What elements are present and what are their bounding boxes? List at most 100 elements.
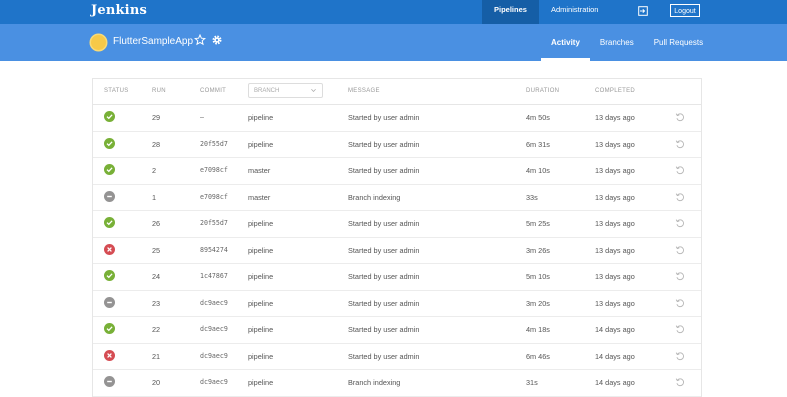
status-aborted-indicator — [104, 296, 115, 308]
run-number[interactable]: 23 — [152, 299, 160, 308]
table-row[interactable]: 23 dc9aec9 pipeline Started by user admin 3m… — [93, 291, 701, 317]
branch-name: pipeline — [248, 272, 274, 281]
run-number[interactable]: 1 — [152, 193, 156, 202]
tab-branches[interactable]: Branches — [590, 24, 644, 61]
run-completed: 14 days ago — [595, 325, 635, 334]
commit-hash[interactable]: dc9aec9 — [200, 325, 228, 333]
tab-pull-requests[interactable]: Pull Requests — [644, 24, 713, 61]
status-failure-indicator — [104, 349, 115, 361]
commit-hash[interactable]: 20f55d7 — [200, 219, 228, 227]
replay-icon[interactable] — [675, 377, 685, 387]
check-icon — [106, 114, 113, 120]
status-success-indicator — [104, 323, 115, 334]
run-number[interactable]: 2 — [152, 166, 156, 175]
status-success-indicator — [104, 270, 115, 281]
replay-icon[interactable] — [675, 324, 685, 334]
minus-icon — [107, 195, 112, 197]
brand-logo[interactable]: Jenkins — [91, 3, 147, 18]
commit-hash[interactable]: 1c47867 — [200, 272, 228, 280]
star-icon[interactable] — [194, 34, 206, 46]
replay-icon[interactable] — [675, 271, 685, 281]
top-bar: Jenkins Pipelines Administration Logout — [0, 0, 787, 24]
table-row[interactable]: 25 8954274 pipeline Started by user admin 3m… — [93, 238, 701, 264]
check-icon — [106, 167, 113, 173]
column-run: RUN — [152, 88, 166, 94]
minus-icon — [107, 380, 112, 383]
run-number[interactable]: 28 — [152, 140, 160, 149]
branch-filter-label: BRANCH — [254, 88, 280, 94]
run-completed: 13 days ago — [595, 139, 635, 149]
branch-name: pipeline — [248, 219, 274, 228]
branch-name: pipeline — [248, 245, 274, 255]
column-duration: DURATION — [526, 88, 560, 94]
table-row[interactable]: 22 dc9aec9 pipeline Started by user admin 4m… — [93, 317, 701, 344]
run-number[interactable]: 22 — [152, 325, 160, 334]
branch-name: pipeline — [248, 351, 274, 361]
check-icon — [106, 326, 113, 332]
run-number[interactable]: 21 — [152, 352, 160, 361]
run-number[interactable]: 24 — [152, 272, 160, 281]
commit-hash[interactable]: dc9aec9 — [200, 299, 228, 307]
status-success-indicator — [104, 137, 115, 149]
run-number[interactable]: 20 — [152, 378, 160, 387]
replay-icon[interactable] — [675, 351, 685, 361]
run-number[interactable]: 25 — [152, 246, 160, 255]
table-row[interactable]: 21 dc9aec9 pipeline Started by user admin 6m… — [93, 344, 701, 370]
replay-icon[interactable] — [675, 139, 685, 149]
commit-hash[interactable]: dc9aec9 — [200, 352, 228, 360]
logout-button[interactable]: Logout — [670, 4, 700, 17]
replay-icon[interactable] — [675, 165, 685, 175]
run-message: Started by user admin — [348, 166, 420, 175]
run-message: Branch indexing — [348, 378, 401, 387]
x-icon — [107, 352, 112, 358]
nav-pipelines[interactable]: Pipelines — [482, 0, 539, 24]
gear-icon[interactable] — [211, 34, 223, 46]
run-completed: 13 days ago — [595, 113, 635, 122]
nav-administration[interactable]: Administration — [539, 0, 611, 24]
run-duration: 4m 50s — [526, 113, 550, 122]
run-number[interactable]: 26 — [152, 219, 160, 228]
table-row[interactable]: 28 20f55d7 pipeline Started by user admin 6m… — [93, 132, 701, 158]
run-message: Started by user admin — [348, 245, 420, 255]
table-header: STATUS RUN COMMIT BRANCH MESSAGE DURATIO… — [93, 79, 701, 105]
run-message: Started by user admin — [348, 139, 420, 149]
run-completed: 13 days ago — [595, 166, 635, 175]
pipeline-name[interactable]: FlutterSampleApp — [113, 36, 193, 47]
tab-activity[interactable]: Activity — [541, 24, 590, 61]
activity-table: STATUS RUN COMMIT BRANCH MESSAGE DURATIO… — [92, 78, 702, 397]
commit-hash[interactable]: 20f55d7 — [200, 140, 228, 148]
commit-hash[interactable]: 8954274 — [200, 246, 228, 254]
exit-icon[interactable] — [638, 6, 648, 16]
commit-hash[interactable]: – — [200, 113, 204, 121]
check-icon — [106, 273, 113, 279]
replay-icon[interactable] — [675, 218, 685, 228]
replay-icon[interactable] — [675, 192, 685, 202]
run-completed: 13 days ago — [595, 245, 635, 255]
commit-hash[interactable]: dc9aec9 — [200, 378, 228, 386]
run-number[interactable]: 29 — [152, 113, 160, 122]
run-completed: 14 days ago — [595, 351, 635, 361]
branch-filter-dropdown[interactable]: BRANCH — [248, 83, 323, 98]
commit-hash[interactable]: e7098cf — [200, 166, 228, 174]
column-completed: COMPLETED — [595, 88, 636, 94]
replay-icon[interactable] — [675, 245, 685, 255]
branch-name: pipeline — [248, 298, 274, 308]
table-row[interactable]: 26 20f55d7 pipeline Started by user admin 5m… — [93, 211, 701, 238]
replay-icon[interactable] — [675, 112, 685, 122]
table-row[interactable]: 29 – pipeline Started by user admin 4m 50s 13… — [93, 105, 701, 132]
check-icon — [106, 140, 113, 146]
run-message: Branch indexing — [348, 192, 401, 202]
run-message: Started by user admin — [348, 113, 420, 122]
replay-icon[interactable] — [675, 298, 685, 308]
run-duration: 3m 26s — [526, 245, 550, 255]
branch-name: pipeline — [248, 325, 274, 334]
run-completed: 13 days ago — [595, 298, 635, 308]
commit-hash[interactable]: e7098cf — [200, 193, 228, 201]
run-duration: 6m 46s — [526, 351, 550, 361]
branch-name: pipeline — [248, 113, 274, 122]
table-row[interactable]: 1 e7098cf master Branch indexing 33s 13 days … — [93, 185, 701, 211]
run-completed: 13 days ago — [595, 219, 635, 228]
table-row[interactable]: 24 1c47867 pipeline Started by user admin 5m… — [93, 264, 701, 291]
table-row[interactable]: 2 e7098cf master Started by user admin 4m 10… — [93, 158, 701, 185]
run-duration: 33s — [526, 192, 538, 202]
